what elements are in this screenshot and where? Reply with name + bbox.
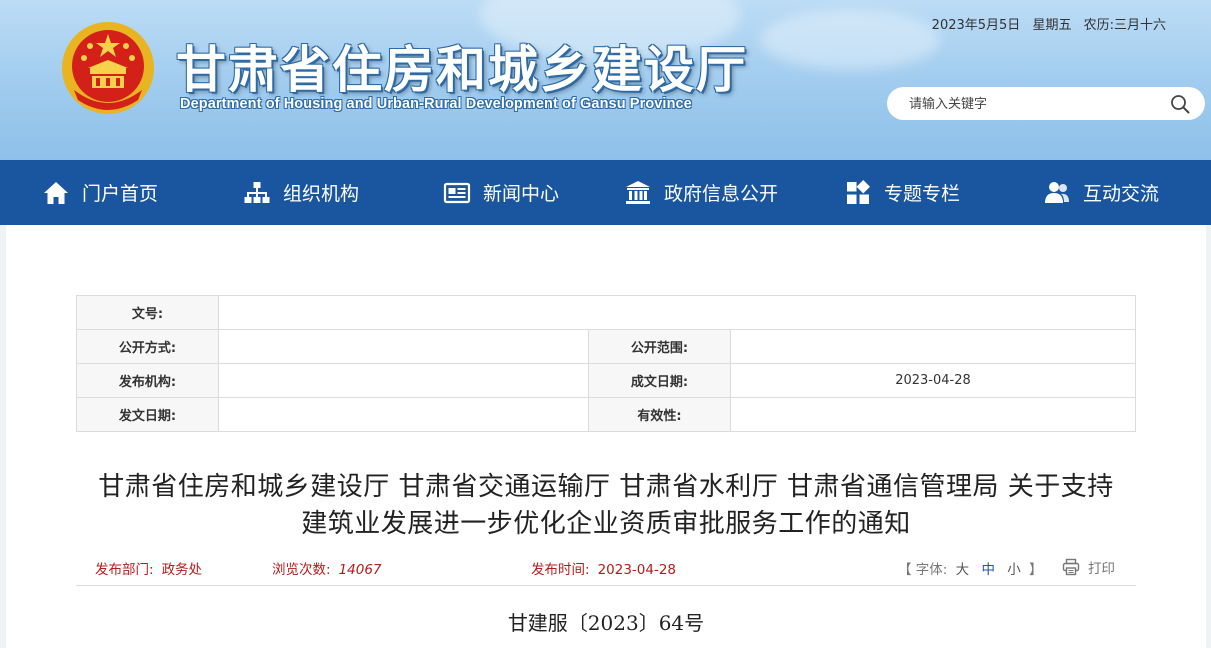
nav-item-label: 组织机构: [283, 183, 360, 205]
site-header: 甘肃省住房和城乡建设厅 Department of Housing and Ur…: [0, 0, 1211, 160]
disclosure-method-label: 公开方式:: [76, 329, 219, 364]
nav-item-interaction[interactable]: 互动交流: [1043, 160, 1159, 225]
current-date: 2023年5月5日: [931, 18, 1021, 33]
doc-number-label: 文号:: [76, 295, 219, 330]
nav-item-label: 互动交流: [1083, 183, 1160, 205]
publish-time-label: 发布时间:: [531, 562, 590, 578]
nav-item-label: 专题专栏: [884, 183, 961, 205]
article-title: 甘肃省住房和城乡建设厅 甘肃省交通运输厅 甘肃省水利厅 甘肃省通信管理局 关于支…: [76, 469, 1136, 543]
written-date-value: 2023-04-28: [730, 363, 1136, 398]
table-row: 文号:: [76, 295, 1136, 330]
nav-item-news[interactable]: 新闻中心: [443, 160, 559, 225]
nav-item-label: 门户首页: [82, 183, 159, 205]
grid-blocks-icon: [847, 179, 870, 204]
nav-item-label: 政府信息公开: [664, 183, 779, 205]
table-row: 发布机构: 成文日期: 2023-04-28: [76, 363, 1136, 398]
main-nav: 门户首页 组织机构 新闻中心 政府信息公开 专题专栏 互动交流: [0, 160, 1211, 225]
document-number: 甘建服〔2023〕64号: [507, 611, 705, 635]
current-weekday: 星期五: [1032, 18, 1072, 33]
article-title-line: 甘肃省住房和城乡建设厅 甘肃省交通运输厅 甘肃省水利厅 甘肃省通信管理局 关于支…: [98, 472, 1114, 502]
lunar-date: 农历:三月十六: [1083, 18, 1166, 33]
publisher-value: [218, 363, 589, 398]
site-subtitle: Department of Housing and Urban-Rural De…: [180, 96, 692, 112]
view-count: 浏览次数: 14067: [272, 558, 382, 578]
doc-number-value: [218, 295, 1136, 330]
font-size-small-button[interactable]: 小: [1007, 562, 1021, 578]
publish-time: 发布时间: 2023-04-28: [531, 558, 676, 578]
site-title: 甘肃省住房和城乡建设厅: [176, 41, 748, 99]
font-size-medium-button[interactable]: 中: [981, 562, 995, 578]
validity-label: 有效性:: [588, 397, 731, 432]
font-size-bracket: 】: [1029, 562, 1043, 578]
nav-item-government-info[interactable]: 政府信息公开: [624, 160, 778, 225]
document-meta-table: 文号: 公开方式: 公开范围: 发布机构: 成文日期: 2023-04-28 发…: [76, 295, 1136, 432]
publish-department-label: 发布部门:: [95, 562, 154, 578]
font-size-control: 【 字体: 大 中 小 】: [898, 558, 1043, 578]
people-icon: [1045, 181, 1069, 203]
issue-date-label: 发文日期:: [76, 397, 219, 432]
font-size-large-button[interactable]: 大: [956, 562, 970, 578]
disclosure-scope-label: 公开范围:: [588, 329, 731, 364]
view-count-label: 浏览次数:: [272, 562, 331, 578]
view-count-value: 14067: [338, 562, 382, 578]
article-title-line: 建筑业发展进一步优化企业资质审批服务工作的通知: [301, 509, 911, 539]
search-icon[interactable]: [1169, 93, 1191, 115]
written-date-label: 成文日期:: [588, 363, 731, 398]
nav-item-label: 新闻中心: [483, 183, 560, 205]
nav-item-organization[interactable]: 组织机构: [243, 160, 359, 225]
disclosure-method-value: [218, 329, 589, 364]
nav-item-home[interactable]: 门户首页: [42, 160, 158, 225]
table-row: 公开方式: 公开范围:: [76, 329, 1136, 364]
publisher-label: 发布机构:: [76, 363, 219, 398]
article-container: 文号: 公开方式: 公开范围: 发布机构: 成文日期: 2023-04-28 发…: [6, 225, 1206, 648]
search-box: [887, 87, 1205, 120]
publish-department-value: 政务处: [161, 562, 203, 578]
printer-icon: [1062, 558, 1080, 576]
national-emblem-icon: [62, 22, 154, 114]
print-label: 打印: [1088, 561, 1115, 577]
print-button[interactable]: 打印: [1062, 557, 1115, 577]
search-input[interactable]: [907, 93, 1151, 116]
font-size-label: 【 字体:: [898, 562, 948, 578]
newspaper-icon: [443, 182, 471, 203]
date-display: 2023年5月5日 星期五 农历:三月十六: [924, 14, 1166, 33]
sky-cloud: [760, 10, 940, 70]
article-info-bar: 发布部门: 政务处 浏览次数: 14067 发布时间: 2023-04-28 【 字体…: [76, 549, 1136, 586]
publish-time-value: 2023-04-28: [597, 562, 677, 578]
home-icon: [44, 181, 68, 204]
table-row: 发文日期: 有效性:: [76, 397, 1136, 432]
disclosure-scope-value: [730, 329, 1136, 364]
nav-item-special-topics[interactable]: 专题专栏: [844, 160, 960, 225]
publish-department: 发布部门: 政务处: [95, 558, 202, 578]
government-building-icon: [626, 180, 650, 204]
validity-value: [730, 397, 1136, 432]
issue-date-value: [218, 397, 589, 432]
org-chart-icon: [244, 181, 270, 203]
